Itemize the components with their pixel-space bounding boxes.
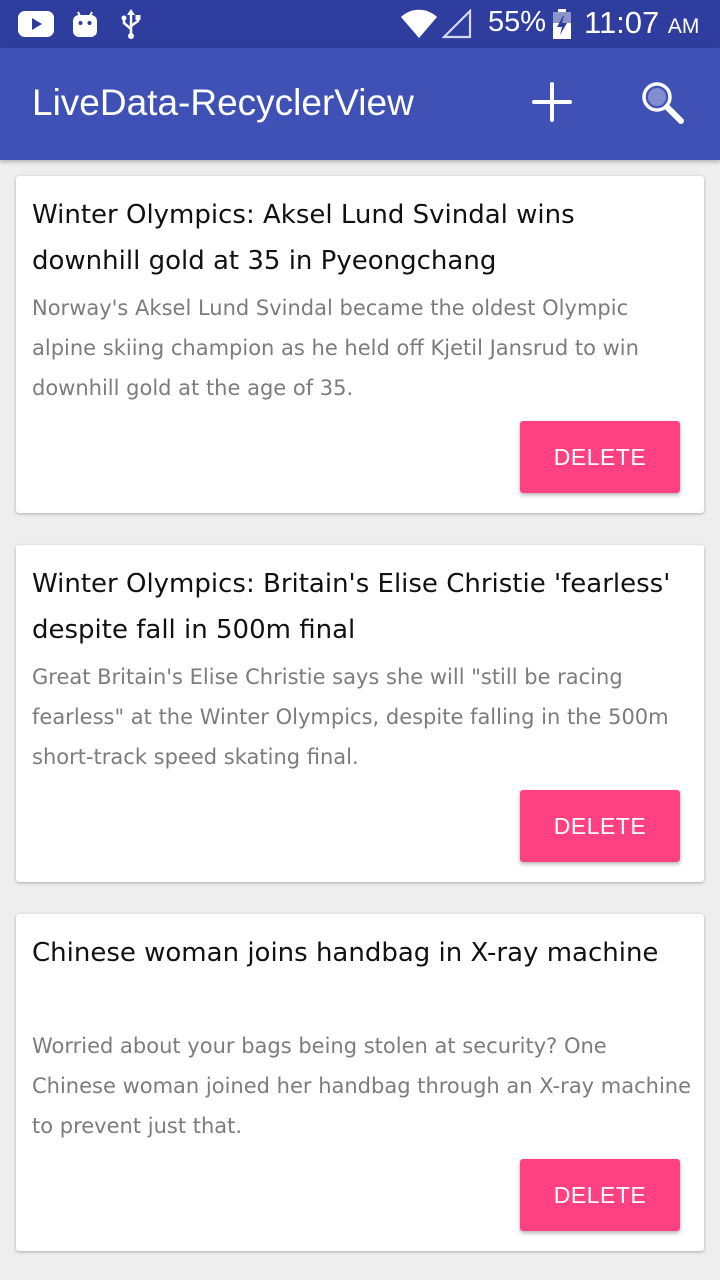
- article-title: Chinese woman joins handbag in X-ray mac…: [32, 938, 659, 968]
- article-title: Winter Olympics: Aksel Lund Svindal wins…: [32, 200, 575, 276]
- android-icon: [72, 0, 98, 48]
- battery-icon: [552, 0, 572, 48]
- article-description: Worried about your bags being stolen at …: [32, 1034, 692, 1138]
- add-button[interactable]: [524, 76, 580, 132]
- delete-button[interactable]: DELETE: [520, 790, 680, 862]
- app-bar: LiveData-RecyclerView: [0, 48, 720, 160]
- clock: 11:07 AM: [584, 5, 699, 41]
- delete-button[interactable]: DELETE: [520, 1159, 680, 1231]
- youtube-icon: [18, 0, 54, 48]
- wifi-icon: [400, 0, 438, 48]
- clock-ampm: AM: [667, 15, 700, 38]
- article-description: Great Britain's Elise Christie says she …: [32, 665, 669, 769]
- signal-icon: [442, 0, 472, 48]
- article-card[interactable]: Winter Olympics: Britain's Elise Christi…: [16, 545, 704, 882]
- search-button[interactable]: [634, 76, 690, 132]
- article-title: Winter Olympics: Britain's Elise Christi…: [32, 569, 671, 645]
- battery-percent: 55%: [488, 6, 547, 38]
- status-bar: 55% 11:07 AM: [0, 0, 720, 48]
- article-description: Norway's Aksel Lund Svindal became the o…: [32, 296, 639, 400]
- app-title: LiveData-RecyclerView: [32, 82, 414, 123]
- article-card[interactable]: Winter Olympics: Aksel Lund Svindal wins…: [16, 176, 704, 513]
- usb-icon: [120, 0, 142, 48]
- clock-time: 11:07: [584, 5, 660, 40]
- article-card[interactable]: Chinese woman joins handbag in X-ray mac…: [16, 914, 704, 1251]
- add-icon: [532, 82, 572, 126]
- search-icon: [638, 78, 686, 130]
- delete-button[interactable]: DELETE: [520, 421, 680, 493]
